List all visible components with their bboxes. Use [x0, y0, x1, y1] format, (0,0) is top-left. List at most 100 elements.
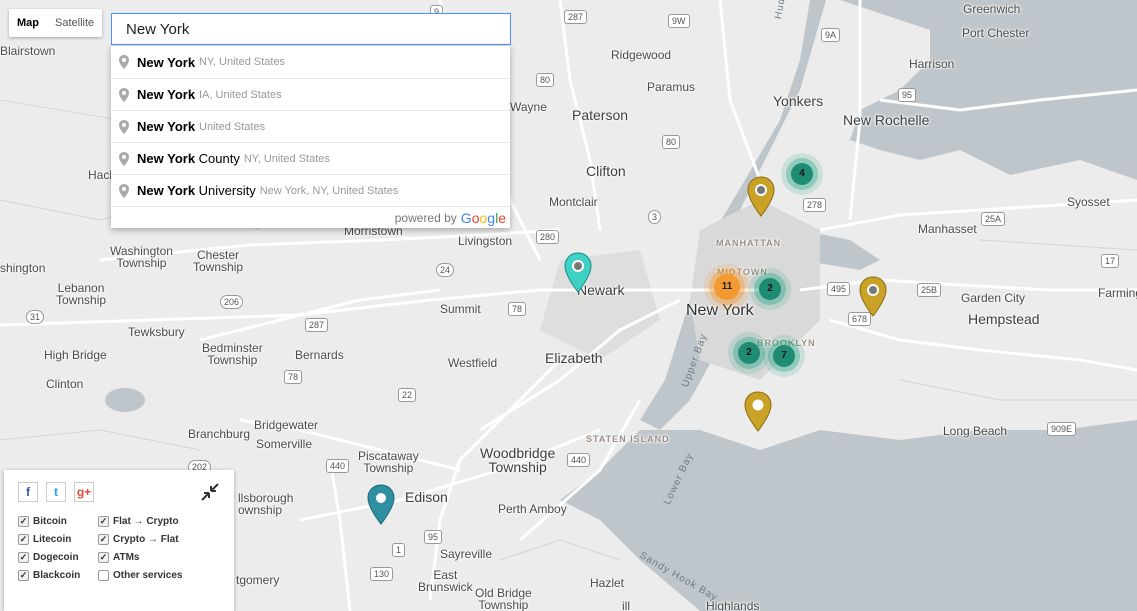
route-shield: 78	[508, 302, 527, 316]
label-paramus: Paramus	[647, 80, 696, 94]
label-ridgewood: Ridgewood	[611, 48, 672, 62]
label-tewksbury: Tewksbury	[128, 325, 185, 339]
map-pin-icon[interactable]	[743, 391, 773, 433]
route-shield: 80	[536, 73, 555, 87]
label-new-rochelle: New Rochelle	[843, 112, 930, 128]
map-pin-icon[interactable]	[366, 484, 396, 526]
map-pin-icon[interactable]	[563, 252, 593, 294]
label-bridgewater: Bridgewater	[254, 418, 319, 432]
label-high-bridge: High Bridge	[44, 348, 107, 362]
checkbox-checked-icon[interactable]: ✓	[18, 570, 29, 581]
autocomplete-main-text: New York University	[137, 183, 256, 198]
facebook-icon[interactable]: f	[18, 482, 38, 502]
label-old-bridge-township: Old Bridge Township	[475, 586, 532, 611]
route-shield: 1	[392, 543, 406, 557]
label-piscataway-township: Piscataway Township	[358, 449, 419, 475]
autocomplete-main-text: New York	[137, 87, 196, 102]
social-share: f t g+	[18, 482, 220, 502]
filter-crypto-to-fiat[interactable]: ✓ Crypto → Flat	[98, 534, 218, 545]
label-sayreville: Sayreville	[440, 547, 493, 561]
label-westfield: Westfield	[448, 356, 498, 370]
autocomplete-secondary-text: NY, United States	[199, 56, 286, 68]
checkbox-checked-icon[interactable]: ✓	[18, 516, 29, 527]
google-logo: Google	[460, 209, 506, 226]
route-shield: 206	[220, 295, 244, 309]
route-shield: 9W	[668, 14, 690, 28]
checkbox-checked-icon[interactable]: ✓	[98, 516, 109, 527]
filter-bitcoin[interactable]: ✓ Bitcoin	[18, 516, 98, 527]
filter-litecoin[interactable]: ✓ Litecoin	[18, 534, 98, 545]
filter-atms[interactable]: ✓ ATMs	[98, 552, 218, 563]
route-shield: 9A	[821, 28, 841, 42]
label-woodbridge-township: Woodbridge Township	[480, 445, 556, 475]
powered-by-google: powered by Google	[111, 206, 510, 228]
autocomplete-secondary-text: IA, United States	[199, 88, 282, 101]
autocomplete-secondary-text: New York, NY, United States	[259, 184, 399, 197]
filter-other-services[interactable]: ✓Other services	[98, 570, 218, 581]
twitter-icon[interactable]: t	[46, 482, 66, 502]
route-shield: 95	[424, 530, 443, 544]
label-livingston: Livingston	[458, 234, 513, 248]
autocomplete-item[interactable]: New York University New York, NY, United…	[111, 174, 510, 206]
route-shield: 80	[662, 135, 681, 149]
label-farming: Farming	[1098, 286, 1137, 300]
label-staten-island: STATEN ISLAND	[586, 434, 670, 444]
marker-cluster[interactable]: 11	[714, 274, 740, 300]
filter-blackcoin[interactable]: ✓ Blackcoin	[18, 570, 98, 581]
label-clifton: Clifton	[586, 163, 626, 179]
map-marker-icon	[117, 54, 131, 70]
route-shield: 25B	[917, 283, 942, 297]
filter-dogecoin[interactable]: ✓ Dogecoin	[18, 552, 98, 563]
checkbox-checked-icon[interactable]: ✓	[18, 552, 29, 563]
label-garden-city: Garden City	[961, 291, 1026, 305]
autocomplete-main-text: New York County	[137, 151, 240, 166]
filter-panel: f t g+ ✓ Bitcoin ✓ Flat → Crypto ✓ Litecoin…	[4, 470, 234, 611]
label-paterson: Paterson	[572, 107, 629, 123]
map-marker-icon	[117, 119, 131, 135]
route-shield: 287	[305, 318, 329, 332]
autocomplete-item[interactable]: New York NY, United States	[111, 46, 510, 78]
autocomplete-item[interactable]: New York IA, United States	[111, 78, 510, 110]
marker-cluster[interactable]: 2	[759, 278, 781, 300]
checkbox-checked-icon[interactable]: ✓	[18, 534, 29, 545]
checkbox-unchecked-icon[interactable]: ✓	[98, 570, 109, 581]
label-shington: shington	[0, 261, 46, 275]
label-elizabeth: Elizabeth	[545, 350, 603, 366]
route-shield: 280	[536, 230, 560, 244]
label-port-chester: Port Chester	[962, 26, 1030, 40]
label-harrison: Harrison	[909, 57, 955, 71]
location-search-input[interactable]	[111, 13, 511, 45]
marker-cluster[interactable]: 2	[738, 342, 760, 364]
label-manhasset: Manhasset	[918, 222, 977, 236]
label-ill: ill	[622, 599, 630, 611]
autocomplete-item[interactable]: New York County NY, United States	[111, 142, 510, 174]
google-plus-icon[interactable]: g+	[74, 482, 94, 502]
filter-options: ✓ Bitcoin ✓ Flat → Crypto ✓ Litecoin ✓ Crypt…	[18, 516, 220, 581]
map-marker-icon	[117, 87, 131, 103]
label-bernards: Bernards	[295, 348, 344, 362]
filter-fiat-to-crypto[interactable]: ✓ Flat → Crypto	[98, 516, 218, 527]
map-type-map-button[interactable]: Map	[9, 9, 47, 37]
checkbox-checked-icon[interactable]: ✓	[98, 534, 109, 545]
label-clinton: Clinton	[46, 377, 84, 391]
route-shield: 440	[326, 459, 350, 473]
checkbox-checked-icon[interactable]: ✓	[98, 552, 109, 563]
map-pin-icon[interactable]	[746, 176, 776, 218]
route-shield: 25A	[981, 212, 1006, 226]
marker-cluster[interactable]: 4	[791, 163, 813, 185]
route-shield: 3	[648, 210, 662, 224]
route-shield: 130	[370, 567, 394, 581]
map-type-satellite-button[interactable]: Satellite	[47, 9, 102, 37]
label-montgomery: tgomery	[236, 573, 280, 587]
label-wayne: Wayne	[510, 100, 547, 114]
map-pin-icon[interactable]	[858, 276, 888, 318]
label-branchburg: Branchburg	[188, 427, 251, 441]
label-yonkers: Yonkers	[773, 93, 824, 109]
route-shield: 495	[827, 282, 851, 296]
marker-cluster[interactable]: 7	[773, 345, 795, 367]
collapse-icon[interactable]	[200, 482, 220, 502]
label-syosset: Syosset	[1067, 195, 1110, 209]
autocomplete-main-text: New York	[137, 119, 196, 134]
autocomplete-item[interactable]: New York United States	[111, 110, 510, 142]
map-marker-icon	[117, 151, 131, 167]
